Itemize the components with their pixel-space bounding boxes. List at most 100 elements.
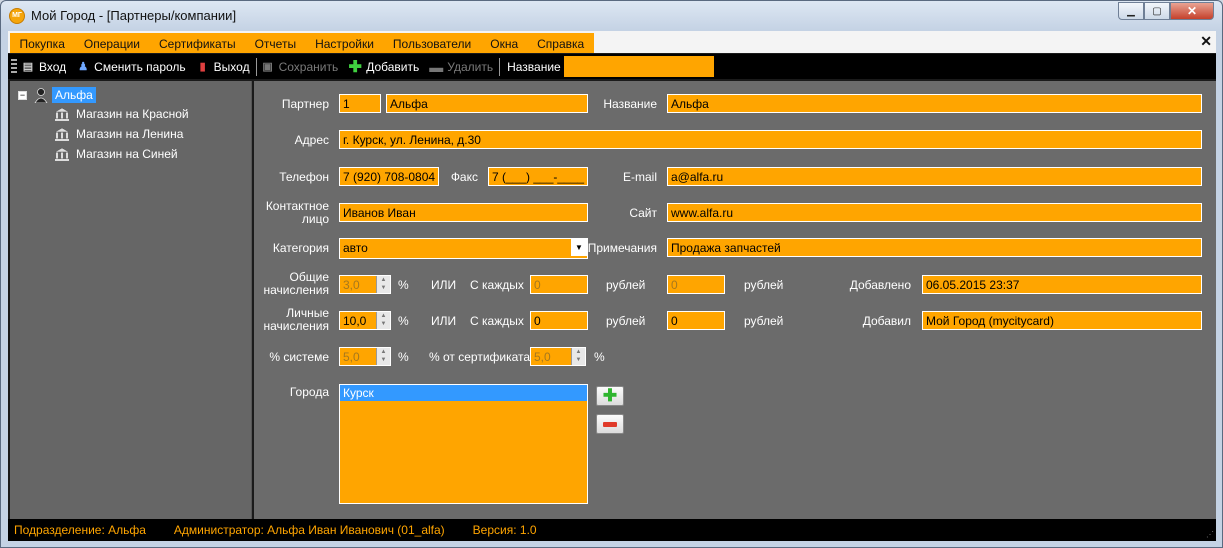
menu-certificates[interactable]: Сертификаты bbox=[150, 33, 246, 53]
general-every-field[interactable]: 0 bbox=[530, 275, 588, 294]
system-percent-spinner[interactable]: 5,0 ▲ ▼ bbox=[339, 347, 391, 366]
spin-down-icon[interactable]: ▼ bbox=[377, 356, 390, 364]
toolbar-grip[interactable] bbox=[11, 58, 17, 75]
phone-field[interactable]: 7 (920) 708-0804 bbox=[339, 167, 439, 186]
logout-label: Выход bbox=[213, 59, 250, 74]
logout-button[interactable]: ▮ Выход bbox=[196, 60, 250, 74]
contact-field[interactable]: Иванов Иван bbox=[339, 203, 588, 222]
partner-name-field[interactable]: Альфа bbox=[386, 94, 588, 113]
category-select[interactable]: авто ▼ bbox=[339, 238, 588, 259]
partner-label: Партнер bbox=[281, 97, 329, 111]
cities-list[interactable]: Курск bbox=[339, 384, 588, 504]
tree-item[interactable]: Магазин на Красной bbox=[54, 107, 189, 121]
percent-label: % bbox=[398, 278, 409, 292]
tree-item[interactable]: Магазин на Ленина bbox=[54, 127, 183, 141]
rubles-label: рублей bbox=[744, 314, 784, 328]
mdi-close-icon[interactable]: ✕ bbox=[1200, 33, 1212, 50]
category-label: Категория bbox=[272, 241, 329, 255]
store-icon bbox=[54, 107, 70, 121]
delete-label: Удалить bbox=[447, 59, 494, 74]
notes-field[interactable]: Продажа запчастей bbox=[667, 238, 1202, 257]
plus-icon: ✚ bbox=[602, 386, 618, 405]
notes-label: Примечания bbox=[587, 241, 657, 255]
close-button[interactable]: ✕ bbox=[1170, 2, 1214, 20]
title-field[interactable]: Альфа bbox=[667, 94, 1202, 113]
store-icon bbox=[54, 127, 70, 141]
rubles-label: рублей bbox=[744, 278, 784, 292]
status-division: Подразделение: Альфа bbox=[14, 523, 146, 537]
spin-up-icon[interactable]: ▲ bbox=[377, 348, 390, 356]
email-field[interactable]: a@alfa.ru bbox=[667, 167, 1202, 186]
address-field[interactable]: г. Курск, ул. Ленина, д.30 bbox=[339, 130, 1202, 149]
partners-tree[interactable]: − Альфа Магазин на Красной Магазин на Ле… bbox=[10, 81, 252, 519]
rubles-label: рублей bbox=[606, 278, 646, 292]
minimize-button[interactable]: ▁ bbox=[1118, 2, 1144, 20]
search-label: Название bbox=[507, 59, 561, 74]
tree-root-node[interactable]: − Альфа bbox=[18, 87, 96, 103]
percent-label: % bbox=[594, 350, 605, 364]
site-label: Сайт bbox=[629, 206, 657, 220]
remove-city-button[interactable] bbox=[596, 414, 624, 434]
personal-every-field[interactable]: 0 bbox=[530, 311, 588, 330]
menu-operations[interactable]: Операции bbox=[74, 33, 149, 53]
menu-users[interactable]: Пользователи bbox=[383, 33, 480, 53]
delete-button[interactable]: ▬ Удалить bbox=[429, 59, 494, 75]
spin-down-icon[interactable]: ▼ bbox=[572, 356, 585, 364]
menu-purchase[interactable]: Покупка bbox=[10, 33, 74, 53]
search-input[interactable] bbox=[563, 56, 714, 77]
change-password-button[interactable]: ♟ Сменить пароль bbox=[76, 59, 186, 74]
menu-reports[interactable]: Отчеты bbox=[245, 33, 305, 53]
title-bar[interactable]: МГ Мой Город - [Партнеры/компании] ▁ ▢ ✕ bbox=[1, 1, 1222, 31]
spin-up-icon[interactable]: ▲ bbox=[377, 312, 390, 320]
add-city-button[interactable]: ✚ bbox=[596, 386, 624, 406]
toolbar-separator bbox=[255, 57, 257, 76]
partner-form: Партнер 1 Альфа Название Альфа Адрес г. … bbox=[254, 81, 1216, 519]
site-field[interactable]: www.alfa.ru bbox=[667, 203, 1202, 222]
list-item[interactable]: Курск bbox=[340, 385, 587, 401]
category-value: авто bbox=[343, 241, 368, 255]
cities-label: Города bbox=[289, 385, 329, 399]
menu-windows[interactable]: Окна bbox=[481, 33, 528, 53]
rubles-label: рублей bbox=[606, 314, 646, 328]
personal-rub-field[interactable]: 0 bbox=[667, 311, 725, 330]
or-label: ИЛИ bbox=[431, 314, 457, 328]
menu-settings[interactable]: Настройки bbox=[306, 33, 384, 53]
tree-item-label: Магазин на Ленина bbox=[76, 127, 184, 141]
collapse-icon[interactable]: − bbox=[18, 90, 27, 100]
title-label: Название bbox=[603, 97, 657, 111]
add-label: Добавить bbox=[366, 59, 420, 74]
add-button[interactable]: ✚ Добавить bbox=[348, 59, 420, 76]
window-title: Мой Город - [Партнеры/компании] bbox=[31, 8, 237, 23]
spin-down-icon[interactable]: ▼ bbox=[377, 284, 390, 292]
cert-percent-spinner[interactable]: 5,0 ▲ ▼ bbox=[530, 347, 586, 366]
spin-up-icon[interactable]: ▲ bbox=[572, 348, 585, 356]
address-label: Адрес bbox=[294, 133, 329, 147]
tree-item-label: Магазин на Красной bbox=[76, 107, 189, 121]
save-button[interactable]: ▣ Сохранить bbox=[261, 59, 339, 74]
change-password-label: Сменить пароль bbox=[94, 59, 186, 74]
added-by-label: Добавил bbox=[862, 314, 911, 328]
maximize-button[interactable]: ▢ bbox=[1144, 2, 1170, 20]
partner-id-field[interactable]: 1 bbox=[339, 94, 381, 113]
tree-item[interactable]: Магазин на Синей bbox=[54, 147, 178, 161]
resize-grip-icon[interactable]: ⋰ bbox=[1206, 530, 1214, 539]
every-label: С каждых bbox=[470, 278, 524, 292]
status-version: Версия: 1.0 bbox=[472, 523, 537, 537]
fax-label: Факс bbox=[450, 170, 478, 184]
general-accrual-spinner[interactable]: 3,0 ▲ ▼ bbox=[339, 275, 391, 294]
system-percent-value: 5,0 bbox=[343, 350, 360, 364]
spin-down-icon[interactable]: ▼ bbox=[377, 320, 390, 328]
logout-icon: ▮ bbox=[199, 61, 206, 73]
menu-help[interactable]: Справка bbox=[528, 33, 594, 53]
personal-accrual-spinner[interactable]: 10,0 ▲ ▼ bbox=[339, 311, 391, 330]
personal-accrual-label: Личные начисления bbox=[263, 306, 330, 333]
general-rub-field[interactable]: 0 bbox=[667, 275, 725, 294]
login-button[interactable]: ▤ Вход bbox=[21, 60, 66, 74]
toolbar-separator bbox=[499, 57, 501, 76]
status-admin: Администратор: Альфа Иван Иванович (01_a… bbox=[173, 523, 445, 537]
fax-field[interactable]: 7 (___) ___-____ bbox=[488, 167, 588, 186]
spin-up-icon[interactable]: ▲ bbox=[377, 276, 390, 284]
tree-root-label: Альфа bbox=[52, 87, 96, 103]
save-label: Сохранить bbox=[278, 59, 339, 74]
added-field: 06.05.2015 23:37 bbox=[922, 275, 1202, 294]
